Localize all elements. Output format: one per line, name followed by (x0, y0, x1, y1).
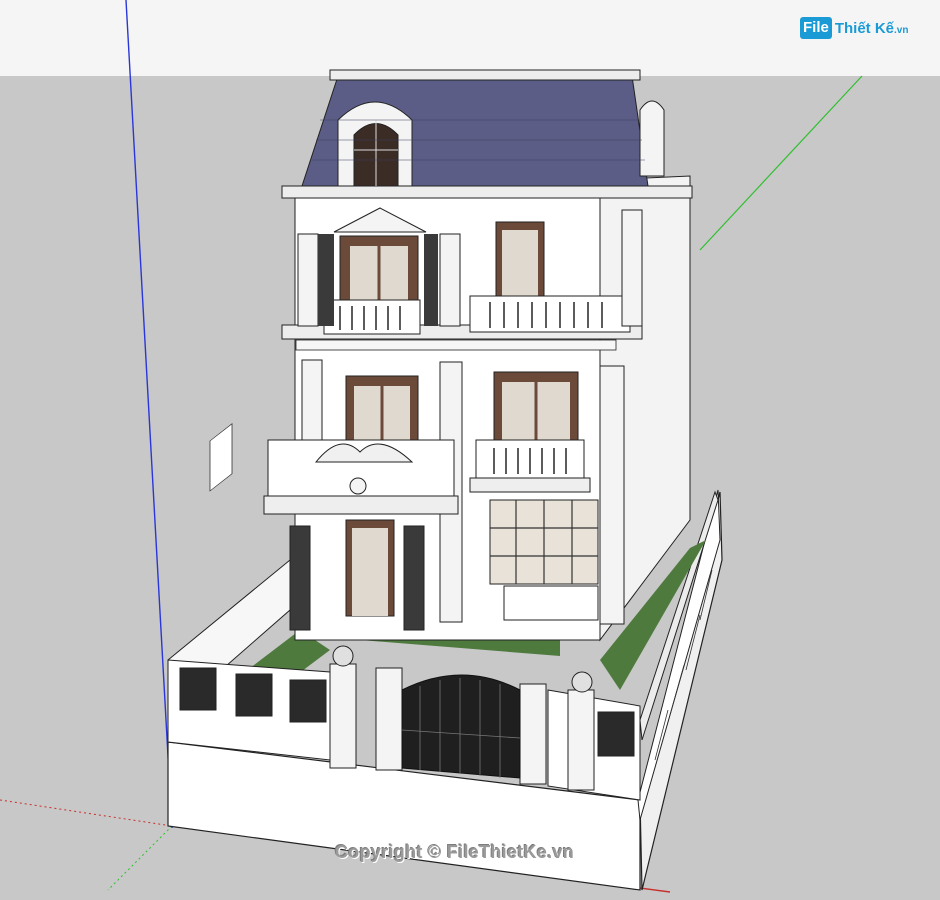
copyright-watermark: Copyright © FileThietKe.vn (335, 842, 575, 862)
main-gate (401, 674, 521, 779)
balcony-3f-right (469, 295, 631, 333)
window-2f-right (493, 371, 579, 449)
window-3f-left (339, 235, 419, 309)
mansard-roof (301, 69, 665, 187)
filethietke-logo-icon[interactable]: File Thiết Kế.vn (800, 14, 908, 42)
model-viewport[interactable] (0, 0, 940, 900)
window-3f-right (495, 221, 545, 301)
logo-badge: File (800, 17, 832, 39)
green-axis (699, 75, 863, 251)
logo-name: Thiết Kế.vn (834, 19, 909, 37)
balcony-3f-left (323, 299, 421, 335)
blue-axis (125, 0, 173, 829)
red-axis-dotted (0, 799, 173, 827)
balcony-2f-right (469, 439, 591, 493)
green-axis-dotted (107, 825, 173, 891)
portico-balcony (263, 439, 459, 515)
